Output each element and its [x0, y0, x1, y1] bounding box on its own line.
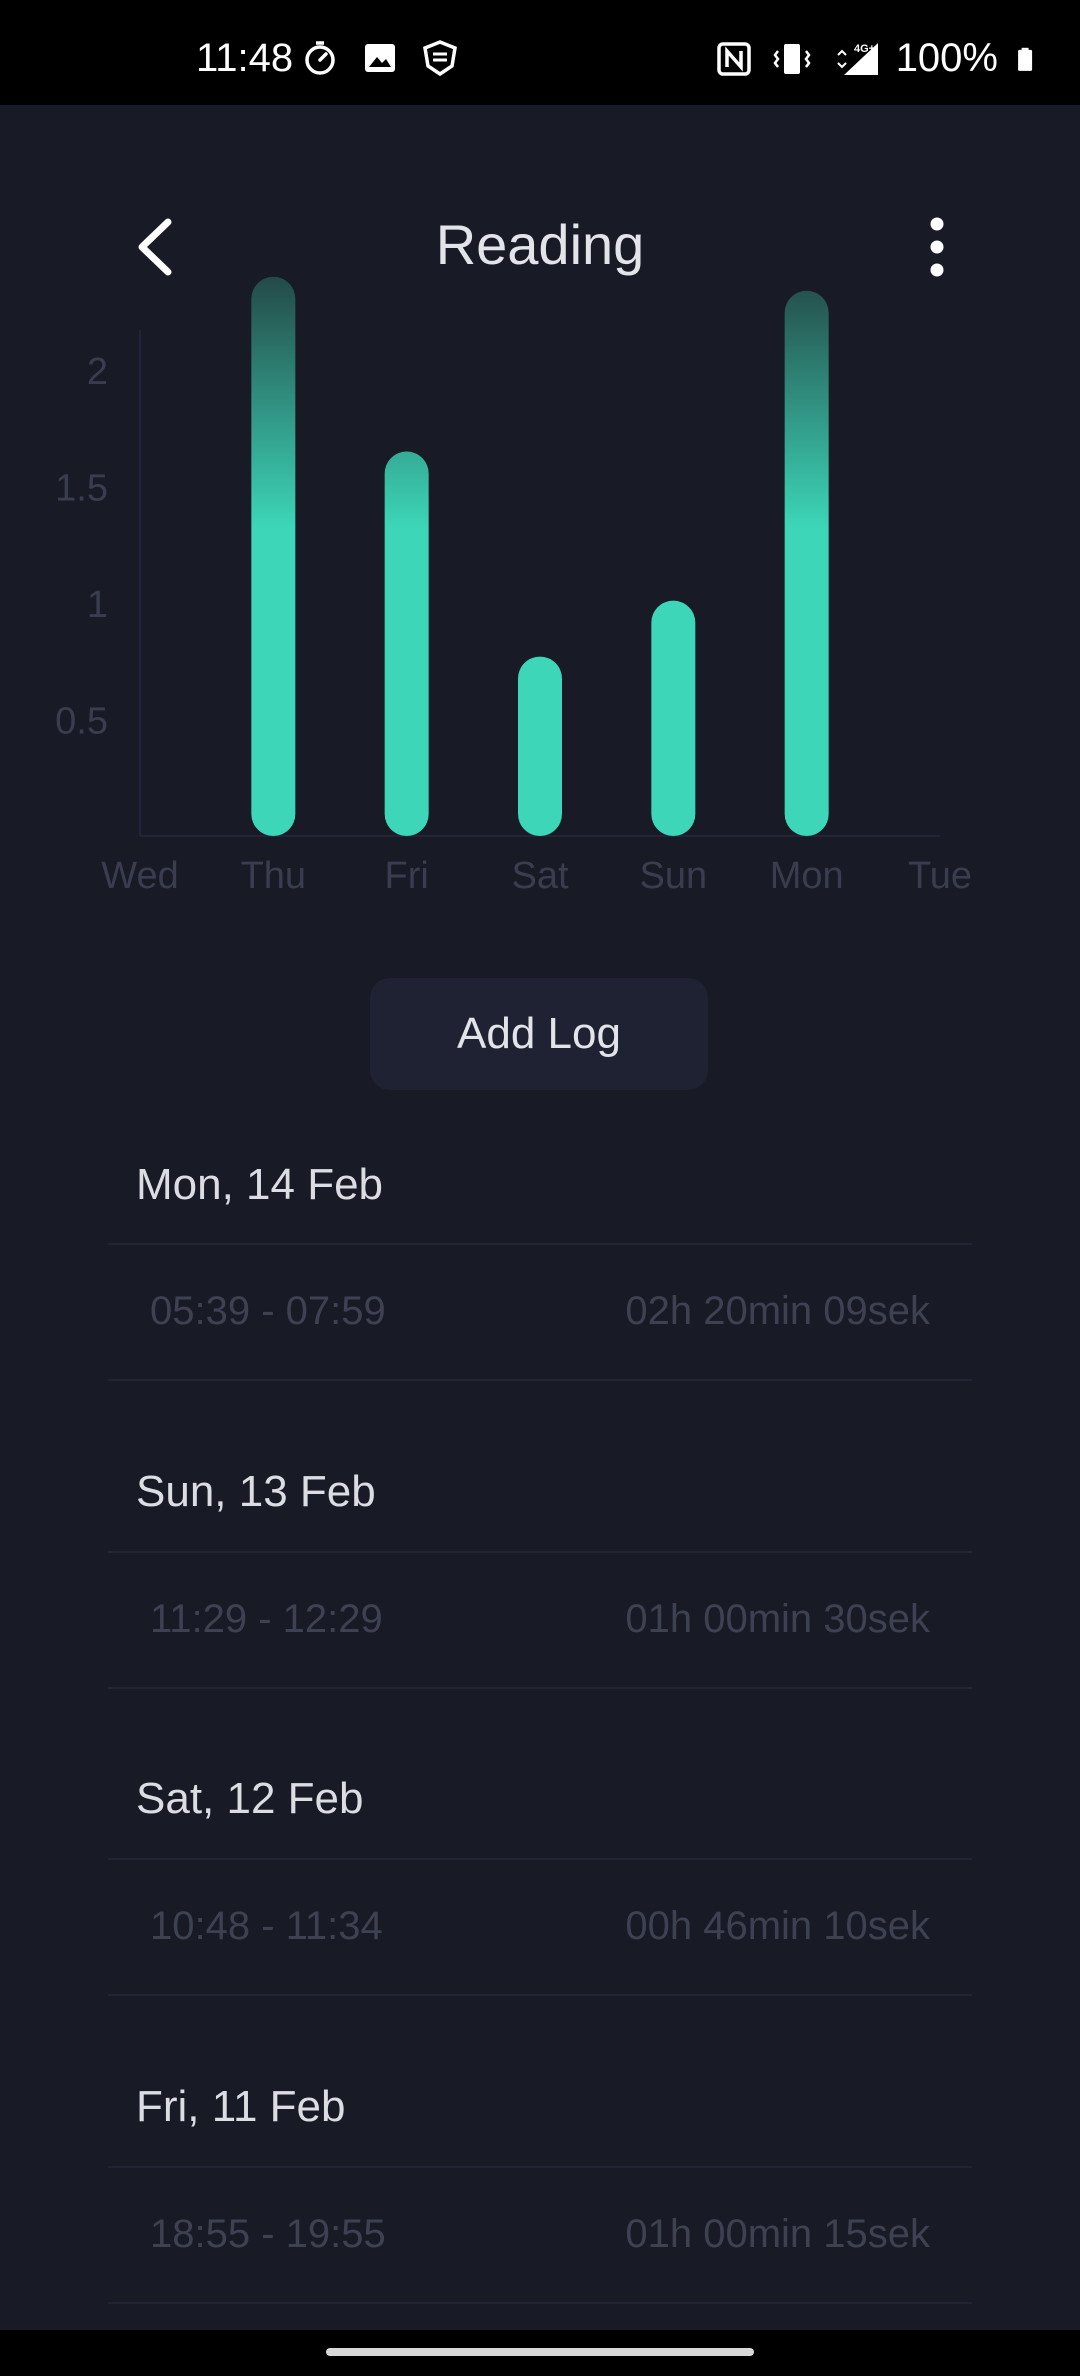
y-tick-label: 1.5 — [55, 468, 108, 510]
app-shield-icon — [423, 40, 457, 77]
x-tick-label: Fri — [385, 855, 429, 897]
battery-level: 100% — [895, 36, 998, 80]
x-tick-label: Thu — [241, 855, 306, 897]
status-time: 11:48 — [196, 36, 294, 80]
log-entry-duration: 02h 20min 09sek — [625, 1289, 930, 1333]
battery-icon — [1018, 47, 1033, 71]
log-entry-time-range: 05:39 - 07:59 — [150, 1289, 386, 1333]
log-entry-time-range: 10:48 - 11:34 — [150, 1904, 383, 1948]
home-gesture-handle[interactable] — [326, 2348, 754, 2356]
divider — [108, 1994, 972, 1996]
log-entry-row[interactable]: 05:39 - 07:59 02h 20min 09sek — [108, 1245, 972, 1379]
chart-x-tick-labels: Wed Thu Fri Sat Sun Mon Tue — [101, 855, 972, 897]
vibrate-icon — [773, 43, 811, 74]
chart-bars — [251, 276, 829, 836]
log-day-title: Mon, 14 Feb — [136, 1160, 384, 1209]
log-day-title: Sun, 13 Feb — [136, 1467, 376, 1516]
x-tick-label: Wed — [101, 855, 178, 897]
chart-bar-sun[interactable] — [651, 600, 696, 836]
chart-bar-mon[interactable] — [784, 290, 829, 836]
svg-text:4G+: 4G+ — [854, 43, 875, 55]
add-log-button[interactable]: Add Log — [370, 978, 708, 1090]
log-entry-duration: 01h 00min 15sek — [625, 2212, 930, 2256]
chart-y-tick-labels: 0.5 1 1.5 2 — [55, 351, 108, 743]
divider — [108, 2302, 972, 2304]
log-entry-duration: 00h 46min 10sek — [625, 1904, 930, 1948]
timer-icon — [305, 41, 335, 75]
divider — [108, 1379, 972, 1381]
log-entry-time-range: 18:55 - 19:55 — [150, 2212, 386, 2256]
status-notification-icons — [300, 38, 460, 78]
image-icon — [365, 44, 395, 72]
log-entry-duration: 01h 00min 30sek — [625, 1597, 930, 1641]
chart-bar-fri[interactable] — [384, 451, 429, 836]
log-day-title: Sat, 12 Feb — [136, 1774, 364, 1823]
log-entry-row[interactable]: 11:29 - 12:29 01h 00min 30sek — [108, 1553, 972, 1687]
y-tick-label: 1 — [87, 584, 108, 626]
log-entry-time-range: 11:29 - 12:29 — [150, 1597, 383, 1641]
log-entry-row[interactable]: 10:48 - 11:34 00h 46min 10sek — [108, 1860, 972, 1994]
reading-bar-chart: 0.5 1 1.5 2 Wed Thu Fri Sat Sun Mon Tue — [55, 276, 972, 897]
log-entry-row[interactable]: 18:55 - 19:55 01h 00min 15sek — [108, 2168, 972, 2302]
x-tick-label: Mon — [770, 855, 844, 897]
divider — [108, 1687, 972, 1689]
y-tick-label: 0.5 — [55, 701, 108, 743]
chart-bar-sat[interactable] — [518, 656, 562, 836]
x-tick-label: Sun — [640, 855, 708, 897]
log-day-title: Fri, 11 Feb — [136, 2082, 346, 2131]
chart-bar-thu[interactable] — [251, 276, 296, 836]
4g-signal-icon: 4G+ — [836, 42, 878, 75]
x-tick-label: Tue — [908, 855, 972, 897]
x-tick-label: Sat — [511, 855, 568, 897]
nfc-icon — [716, 41, 751, 76]
status-bar: 11:48 4G+ 100% — [0, 0, 1080, 105]
status-system-icons: 4G+ 100% — [714, 36, 1044, 81]
y-tick-label: 2 — [87, 351, 108, 393]
